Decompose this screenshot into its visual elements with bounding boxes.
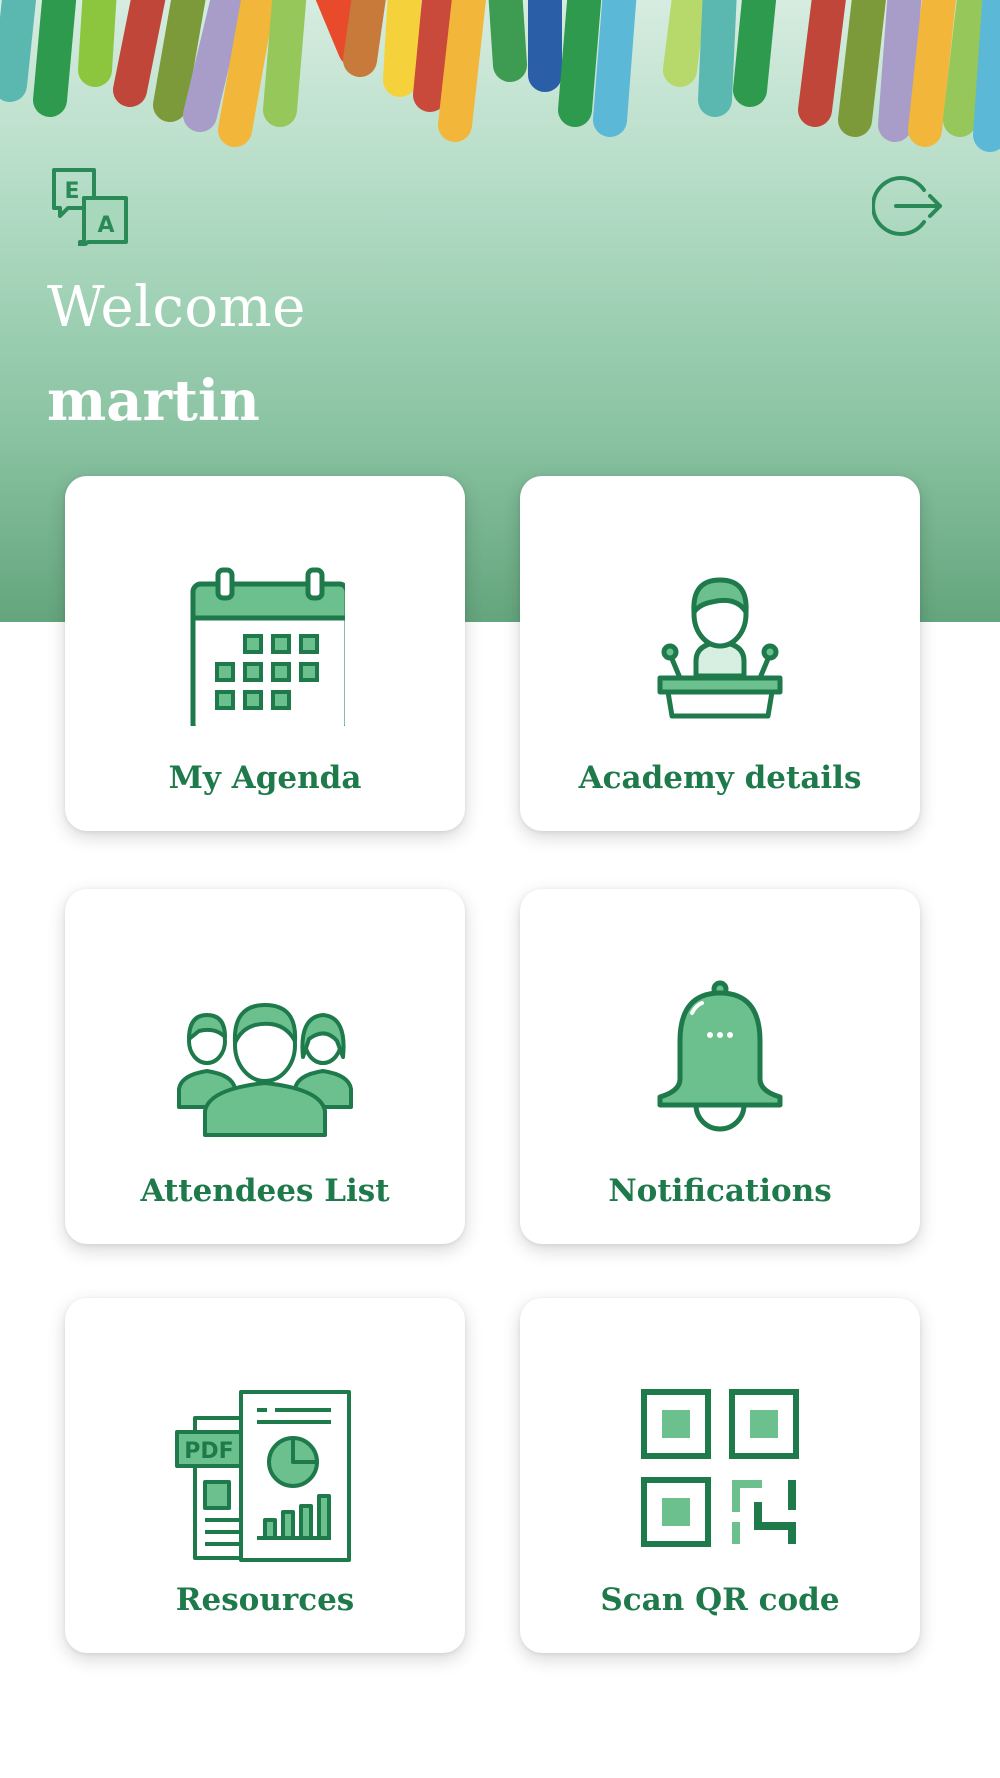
menu-label: Attendees List	[140, 1173, 390, 1209]
menu-card-notifications[interactable]: Notifications	[520, 889, 920, 1244]
username-text: martin	[47, 368, 260, 434]
menu-card-resources[interactable]: PDF Resources	[65, 1298, 465, 1653]
svg-text:A: A	[97, 213, 114, 238]
menu-label: My Agenda	[168, 760, 362, 796]
speaker-podium-icon	[657, 577, 783, 719]
welcome-text: Welcome	[47, 275, 306, 340]
decorative-ribbons	[0, 0, 1000, 152]
bell-icon	[657, 980, 783, 1132]
svg-text:PDF: PDF	[184, 1439, 233, 1464]
menu-label: Resources	[175, 1582, 355, 1618]
calendar-icon	[190, 567, 345, 726]
menu-card-attendees-list[interactable]: Attendees List	[65, 889, 465, 1244]
group-people-icon	[177, 1003, 353, 1137]
svg-text:E: E	[64, 179, 79, 204]
language-translate-icon[interactable]: E A	[50, 166, 130, 246]
menu-label: Scan QR code	[600, 1582, 840, 1618]
qr-code-icon	[641, 1389, 799, 1547]
logout-icon[interactable]	[872, 174, 944, 238]
menu-card-scan-qr-code[interactable]: Scan QR code	[520, 1298, 920, 1653]
menu-card-my-agenda[interactable]: My Agenda	[65, 476, 465, 831]
menu-card-academy-details[interactable]: Academy details	[520, 476, 920, 831]
documents-icon: PDF	[175, 1390, 351, 1562]
menu-label: Notifications	[608, 1173, 832, 1209]
menu-label: Academy details	[578, 760, 862, 796]
